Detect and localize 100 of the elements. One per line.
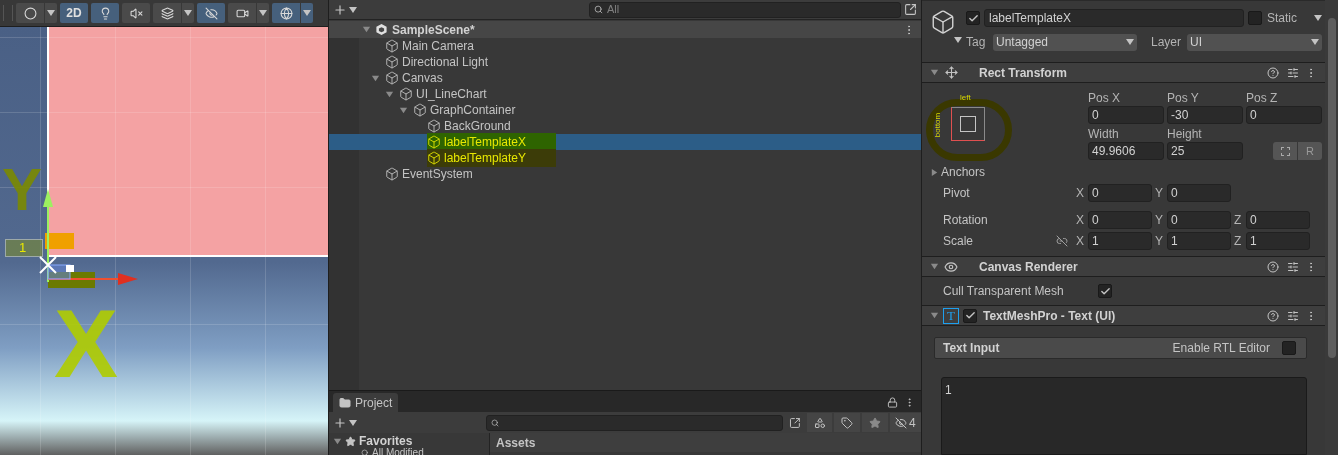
hierarchy-row[interactable]: GraphContainer bbox=[329, 102, 921, 118]
gizmos-button[interactable] bbox=[272, 3, 300, 23]
eye-icon bbox=[944, 259, 958, 274]
hierarchy-row[interactable]: labelTemplateX bbox=[329, 134, 921, 150]
hierarchy-row[interactable]: EventSystem bbox=[329, 166, 921, 182]
hierarchy-row[interactable]: labelTemplateY bbox=[329, 150, 921, 166]
number-field[interactable]: 0 bbox=[1088, 183, 1152, 202]
2d-toggle[interactable]: 2D bbox=[60, 3, 88, 23]
component-header[interactable]: Rect Transform bbox=[922, 62, 1325, 83]
layer-dropdown[interactable]: UI bbox=[1187, 33, 1322, 51]
field-label: Pos Z bbox=[1246, 90, 1279, 106]
presets-icon[interactable] bbox=[1287, 66, 1299, 79]
presets-icon[interactable] bbox=[1287, 309, 1299, 322]
handwritten-annotation: X bbox=[53, 289, 120, 399]
blueprint-mode-button[interactable] bbox=[1273, 142, 1297, 160]
foldout-arrow-icon[interactable] bbox=[930, 311, 939, 320]
field-label: Width bbox=[1088, 126, 1120, 142]
text-area[interactable]: 1 bbox=[941, 377, 1307, 455]
effects-button[interactable] bbox=[153, 3, 181, 23]
hierarchy-row[interactable]: UI_LineChart bbox=[329, 86, 921, 102]
active-checkbox[interactable] bbox=[966, 11, 980, 25]
star-icon bbox=[868, 416, 881, 429]
foldout-arrow-icon[interactable] bbox=[930, 262, 939, 271]
number-field[interactable]: -30 bbox=[1167, 106, 1243, 124]
checkbox[interactable] bbox=[1098, 284, 1112, 298]
camera-button[interactable] bbox=[228, 3, 256, 23]
search-field[interactable]: All bbox=[589, 1, 901, 18]
axis-label: X bbox=[1076, 232, 1085, 250]
anchor-side-label: bottom bbox=[932, 112, 944, 138]
anchors-foldout[interactable]: Anchors bbox=[930, 163, 1305, 181]
visibility-toggle[interactable] bbox=[197, 3, 225, 23]
hierarchy-row[interactable]: Canvas bbox=[329, 70, 921, 86]
help-icon[interactable] bbox=[1267, 260, 1279, 273]
hierarchy-row[interactable]: Main Camera bbox=[329, 38, 921, 54]
checkbox[interactable] bbox=[1282, 341, 1296, 355]
help-icon[interactable] bbox=[1267, 66, 1279, 79]
favorite-button[interactable] bbox=[861, 413, 888, 432]
number-field[interactable]: 49.9606 bbox=[1088, 142, 1164, 160]
foldout-arrow-icon[interactable] bbox=[930, 167, 939, 177]
axis-label: Y bbox=[1155, 232, 1164, 250]
name-field[interactable]: labelTemplateX bbox=[984, 9, 1244, 27]
number-field[interactable]: 25 bbox=[1167, 142, 1243, 160]
dropdown-button[interactable] bbox=[182, 3, 194, 23]
dropdown-button[interactable] bbox=[257, 3, 269, 23]
lock-icon[interactable] bbox=[887, 397, 898, 408]
star-icon bbox=[345, 435, 356, 447]
number-field[interactable]: 0 bbox=[1167, 183, 1231, 202]
tag-dropdown[interactable]: Untagged bbox=[993, 33, 1137, 51]
shading-mode-button[interactable] bbox=[16, 3, 44, 23]
number-field[interactable]: 0 bbox=[1246, 106, 1322, 124]
number-field[interactable]: 0 bbox=[1088, 106, 1164, 124]
number-field[interactable]: 0 bbox=[1246, 210, 1310, 229]
hidden-packages-button[interactable]: 4 bbox=[889, 413, 921, 432]
axis-label: X bbox=[1076, 184, 1085, 202]
number-field[interactable]: 1 bbox=[1246, 231, 1310, 250]
anchor-preset-button[interactable] bbox=[951, 107, 985, 141]
audio-toggle[interactable] bbox=[122, 3, 150, 23]
search-field[interactable] bbox=[485, 414, 783, 431]
hierarchy-row[interactable]: Directional Light bbox=[329, 54, 921, 70]
filter-type-button[interactable] bbox=[806, 413, 833, 432]
globe-icon bbox=[279, 6, 293, 20]
object-name: BackGround bbox=[444, 118, 511, 135]
component-header[interactable]: Canvas Renderer bbox=[922, 256, 1325, 277]
foldout-arrow-icon[interactable] bbox=[333, 436, 342, 446]
number-field[interactable]: 1 bbox=[1167, 231, 1231, 250]
component-header[interactable]: T TextMeshPro - Text (UI) bbox=[922, 305, 1325, 326]
foldout-arrow-icon[interactable] bbox=[930, 68, 939, 77]
popout-icon[interactable] bbox=[788, 416, 801, 429]
link-off-icon[interactable] bbox=[1056, 234, 1068, 247]
favorites-row[interactable]: Favorites bbox=[333, 434, 489, 448]
cube-icon bbox=[385, 167, 399, 181]
dropdown-button[interactable] bbox=[301, 3, 313, 23]
handwritten-annotation: Y bbox=[1, 155, 44, 224]
object-name: UI_LineChart bbox=[416, 86, 487, 103]
lighting-toggle[interactable] bbox=[91, 3, 119, 23]
axis-label: Z bbox=[1234, 211, 1243, 229]
filter-label-button[interactable] bbox=[834, 413, 860, 432]
project-tab[interactable]: Project bbox=[333, 393, 399, 412]
add-button[interactable] bbox=[333, 2, 357, 17]
static-checkbox[interactable] bbox=[1248, 11, 1262, 25]
popout-icon[interactable] bbox=[904, 3, 917, 16]
presets-icon[interactable] bbox=[1287, 260, 1299, 273]
cube-icon bbox=[399, 87, 413, 101]
enable-checkbox[interactable] bbox=[963, 308, 977, 323]
help-icon[interactable] bbox=[1267, 309, 1279, 322]
object-name: Canvas bbox=[402, 70, 443, 87]
foldout-arrow-icon[interactable] bbox=[362, 25, 371, 34]
hierarchy-row[interactable]: BackGround bbox=[329, 118, 921, 134]
scene-name: SampleScene* bbox=[392, 21, 475, 39]
dropdown-button[interactable] bbox=[45, 3, 57, 23]
number-field[interactable]: 0 bbox=[1167, 210, 1231, 229]
object-name: GraphContainer bbox=[430, 102, 516, 119]
axis-label: X bbox=[1076, 211, 1085, 229]
number-field[interactable]: 1 bbox=[1088, 231, 1152, 250]
folder-icon bbox=[339, 396, 351, 409]
circle-icon bbox=[23, 6, 37, 20]
number-field[interactable]: 0 bbox=[1088, 210, 1152, 229]
scene-header[interactable]: SampleScene* bbox=[329, 21, 921, 38]
eye-off-icon bbox=[204, 6, 218, 20]
text-label: 1 bbox=[5, 239, 43, 257]
